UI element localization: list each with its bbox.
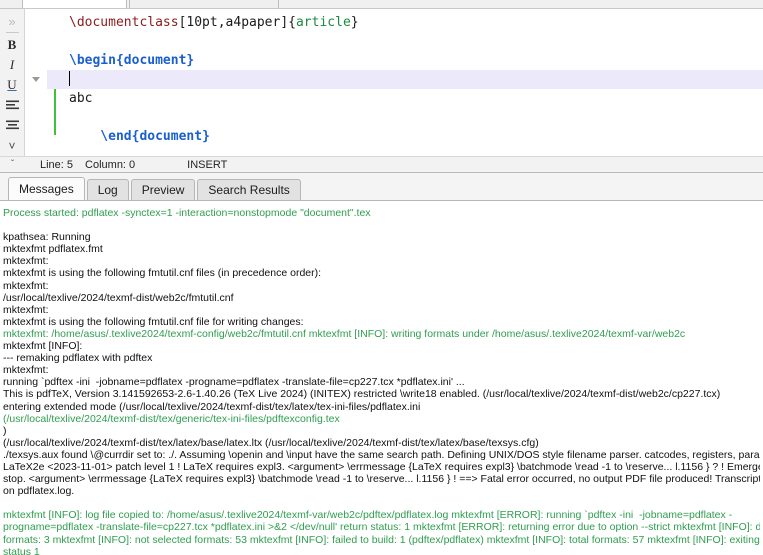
align-center-icon[interactable] [1, 116, 24, 136]
code-token: {document} [115, 53, 195, 68]
console-line: formats: 3 mktexfmt [INFO]: not selected… [3, 533, 760, 546]
console-line: mktexfmt pdflatex.fmt [3, 243, 103, 256]
code-token: \documentclass [69, 15, 179, 30]
console-line: mktexfmt: /home/asus/.texlive2024/texmf-… [3, 327, 686, 340]
console-line: ) [3, 424, 7, 437]
console-line: mktexfmt: [3, 255, 49, 268]
text-caret [69, 71, 70, 86]
status-column-number: Column: 0 [85, 158, 136, 171]
tab-search-results[interactable]: Search Results [197, 179, 301, 200]
toolbar-divider [5, 32, 19, 34]
console-line: Process started: pdflatex -synctex=1 -in… [3, 207, 371, 219]
fold-collapse-arrow-icon[interactable] [32, 77, 40, 82]
console-line: mktexfmt: [3, 364, 49, 377]
document-tab-secondary[interactable] [129, 0, 279, 8]
console-line: LaTeX2e <2023-11-01> patch level 1 ! LaT… [3, 460, 760, 473]
align-left-icon[interactable] [1, 96, 24, 116]
code-line[interactable]: \end{document} [47, 127, 763, 146]
code-lines[interactable]: \documentclass[10pt,a4paper]{article} \be… [47, 13, 763, 146]
console-line: kpathsea: Running [3, 231, 91, 244]
code-line[interactable] [47, 32, 763, 51]
console-line: mktexfmt: [3, 303, 49, 316]
code-editor[interactable]: \documentclass[10pt,a4paper]{article} \be… [47, 9, 763, 156]
align-left-glyph [5, 100, 19, 110]
code-token: \end [69, 129, 132, 144]
collapse-chevron-icon[interactable]: ˇ [0, 159, 25, 170]
align-center-glyph [5, 120, 19, 130]
console-line: mktexfmt [INFO]: log file copied to: /ho… [3, 509, 733, 522]
console-line: status 1 [3, 545, 40, 555]
console-line: ./texsys.aux found \@currdir set to: ./.… [3, 448, 760, 461]
tab-messages[interactable]: Messages [8, 177, 85, 200]
console-line: --- remaking pdflatex with pdftex [3, 352, 153, 365]
console-line: running `pdftex -ini -jobname=pdflatex -… [3, 376, 465, 389]
output-panel: Messages Log Preview Search Results Process… [0, 173, 763, 555]
document-tab-active[interactable] [22, 0, 127, 8]
console-line: mktexfmt is using the following fmtutil.… [3, 315, 304, 328]
code-token: { [288, 15, 296, 30]
code-token: {document} [131, 129, 210, 144]
code-token: \begin [69, 53, 116, 68]
more-chevron-down-icon[interactable]: ˅ [1, 136, 24, 156]
console-line: stop. <argument> \errmessage {LaTeX requ… [3, 473, 760, 486]
console-line: mktexfmt: [3, 279, 49, 292]
console-line: mktexfmt [INFO]: [3, 340, 83, 353]
editor-region: » B I U ˅ \documentclass[10pt,a4paper]{a… [0, 9, 763, 156]
code-line[interactable] [47, 108, 763, 127]
status-edit-mode: INSERT [187, 158, 228, 171]
messages-console[interactable]: Process started: pdflatex -synctex=1 -in… [0, 200, 763, 555]
console-line: mktexfmt is using the following fmtutil.… [3, 267, 322, 280]
console-line: (/usr/local/texlive/2024/texmf-dist/tex/… [3, 412, 340, 425]
underline-icon[interactable]: U [1, 75, 24, 95]
console-line: /usr/local/texlive/2024/texmf-dist/web2c… [3, 291, 234, 304]
console-line: entering extended mode (/usr/local/texli… [3, 400, 421, 413]
expand-chevron-icon[interactable]: » [1, 11, 24, 31]
code-token: } [350, 15, 359, 30]
console-line: on pdflatex.log. [3, 485, 75, 498]
code-token: [10pt,a4paper] [178, 15, 289, 30]
console-line: (/usr/local/texlive/2024/texmf-dist/tex/… [3, 436, 539, 449]
document-tab-strip [0, 0, 763, 9]
console-line: progname=pdflatex -translate-file=cp227.… [3, 521, 760, 534]
latex-editor-window: » B I U ˅ \documentclass[10pt,a4paper]{a… [0, 0, 763, 555]
code-token: abc [69, 91, 93, 106]
status-line-number: Line: 5 [40, 158, 74, 171]
code-line[interactable]: \begin{document} [47, 51, 763, 70]
tab-log[interactable]: Log [86, 179, 129, 200]
code-line[interactable]: abc [47, 89, 763, 108]
italic-icon[interactable]: I [1, 55, 24, 75]
editor-status-bar: ˇ Line: 5 Column: 0 INSERT [0, 156, 763, 173]
format-toolbar: » B I U ˅ [0, 9, 25, 156]
bold-icon[interactable]: B [1, 35, 24, 55]
fold-gutter[interactable] [25, 9, 47, 156]
tab-preview[interactable]: Preview [130, 179, 196, 200]
output-panel-tabs[interactable]: Messages Log Preview Search Results [0, 173, 763, 200]
code-line[interactable] [47, 70, 763, 89]
console-line: This is pdfTeX, Version 3.141592653-2.6-… [3, 388, 721, 401]
code-line[interactable]: \documentclass[10pt,a4paper]{article} [47, 13, 763, 32]
code-token: article [295, 15, 351, 30]
